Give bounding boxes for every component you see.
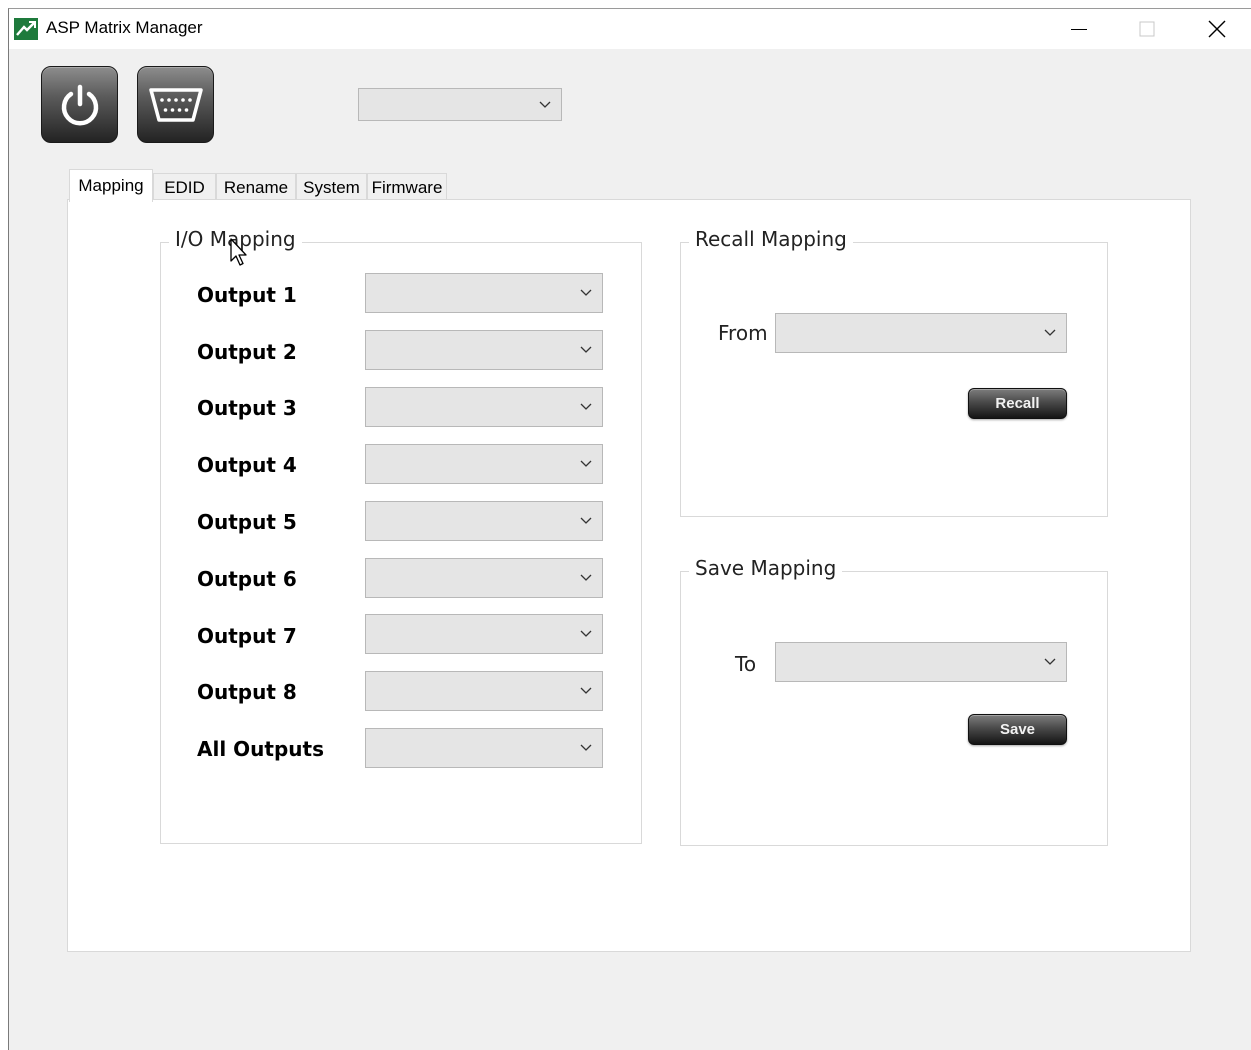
chevron-down-icon [580,517,592,524]
title-bar: ASP Matrix Manager [9,9,1251,49]
tab-rename[interactable]: Rename [216,173,296,201]
chevron-down-icon [580,574,592,581]
tab-label: Mapping [78,176,144,195]
output-8-label: Output 8 [197,680,297,704]
serial-connect-button[interactable] [137,66,214,143]
tab-firmware[interactable]: Firmware [367,173,447,201]
recall-from-select[interactable] [775,313,1067,353]
tab-label: Rename [223,177,289,197]
output-5-select[interactable] [365,501,603,541]
output-3-label: Output 3 [197,396,297,420]
recall-button[interactable]: Recall [968,388,1067,419]
device-select[interactable] [358,88,562,121]
serial-port-icon [148,87,203,122]
output-8-select[interactable] [365,671,603,711]
recall-mapping-title: Recall Mapping [689,227,853,251]
tab-edid[interactable]: EDID [153,173,216,201]
output-7-select[interactable] [365,614,603,654]
app-logo-icon [14,18,38,40]
output-3-select[interactable] [365,387,603,427]
chevron-down-icon [580,346,592,353]
app-window: ASP Matrix Manager Mapping EDID Rename S… [8,8,1251,1050]
power-button[interactable] [41,66,118,143]
all-outputs-select[interactable] [365,728,603,768]
output-7-label: Output 7 [197,624,297,648]
output-6-label: Output 6 [197,567,297,591]
chevron-down-icon [580,744,592,751]
to-label: To [735,652,757,676]
chevron-down-icon [580,687,592,694]
output-2-select[interactable] [365,330,603,370]
tab-label: System [303,177,360,197]
mapping-panel: I/O Mapping Output 1 Output 2 Output 3 O… [67,199,1191,952]
chevron-down-icon [580,460,592,467]
tab-label: Firmware [371,177,443,197]
chevron-down-icon [1044,658,1056,665]
output-4-label: Output 4 [197,453,297,477]
chevron-down-icon [580,403,592,410]
maximize-icon [1139,21,1155,37]
all-outputs-label: All Outputs [197,737,324,761]
save-mapping-group: Save Mapping To Save [680,556,1108,846]
chevron-down-icon [580,289,592,296]
mouse-cursor-icon [230,238,247,266]
close-icon [1208,20,1226,38]
save-button[interactable]: Save [968,714,1067,745]
output-4-select[interactable] [365,444,603,484]
output-2-label: Output 2 [197,340,297,364]
output-1-select[interactable] [365,273,603,313]
close-button[interactable] [1187,9,1247,49]
save-button-label: Save [999,721,1036,738]
minimize-button[interactable] [1049,9,1109,49]
tab-mapping[interactable]: Mapping [69,169,153,202]
tab-label: EDID [164,177,205,197]
power-icon [61,84,98,125]
minimize-icon [1071,29,1087,30]
chevron-down-icon [1044,329,1056,336]
recall-mapping-group: Recall Mapping From Recall [680,227,1108,517]
from-label: From [718,321,768,345]
tab-system[interactable]: System [296,173,367,201]
save-to-select[interactable] [775,642,1067,682]
output-6-select[interactable] [365,558,603,598]
save-mapping-title: Save Mapping [689,556,843,580]
window-title: ASP Matrix Manager [46,18,203,37]
io-mapping-group: I/O Mapping Output 1 Output 2 Output 3 O… [160,227,642,844]
chevron-down-icon [539,101,551,108]
chevron-down-icon [580,630,592,637]
output-1-label: Output 1 [197,283,297,307]
recall-button-label: Recall [995,395,1040,412]
maximize-button[interactable] [1117,9,1177,49]
output-5-label: Output 5 [197,510,297,534]
